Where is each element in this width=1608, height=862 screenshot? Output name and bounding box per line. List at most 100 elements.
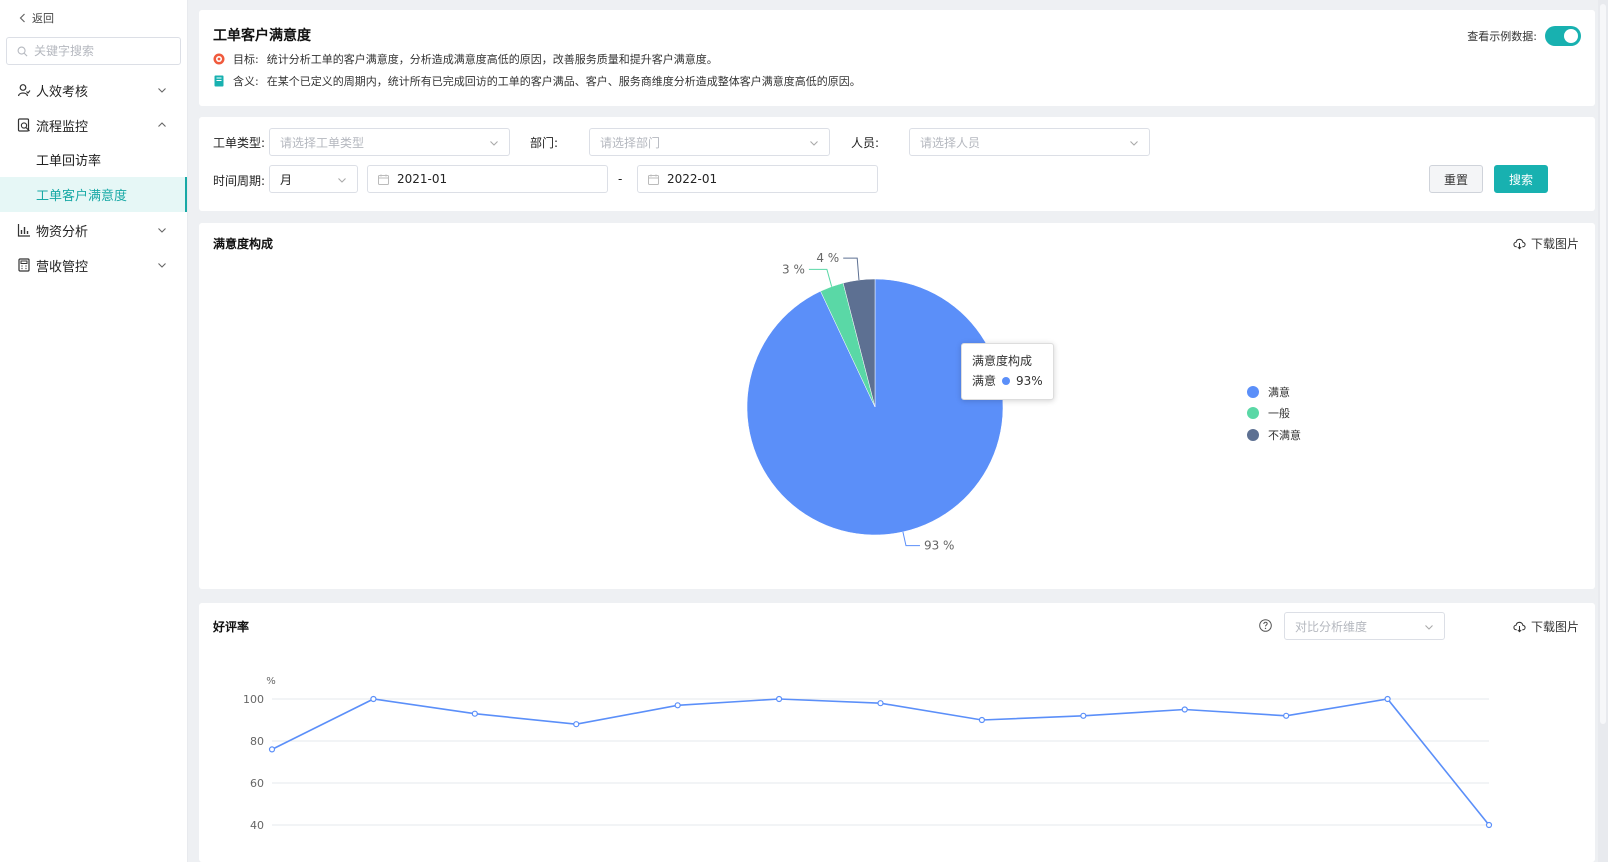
pie-label-line-0 (902, 531, 920, 547)
line-point[interactable] (1384, 695, 1391, 703)
legend-label: 一般 (1268, 407, 1290, 421)
goal-row: 目标: 统计分析工单的客户满意度，分析造成满意度高低的原因，改善服务质量和提升客… (213, 51, 718, 67)
satisfaction-pie-card: 满意度构成 下载图片 93 % 3 % 4 % 满意度构成 满意 93% 满意一般不… (199, 223, 1595, 589)
meaning-row: 含义: 在某个已定义的周期内，统计所有已完成回访的工单的客户满品、客户、服务商维… (213, 73, 861, 89)
chevron-down-icon (490, 141, 498, 146)
line-point[interactable] (775, 695, 783, 703)
sidebar-item-material-analysis[interactable]: 物资分析 (0, 212, 187, 248)
period-select[interactable]: 月 (269, 165, 358, 193)
sidebar-item-label: 人效考核 (36, 84, 89, 100)
line-point[interactable] (978, 716, 986, 724)
sidebar-subitem-label: 工单客户满意度 (36, 189, 128, 204)
line-point[interactable] (471, 710, 478, 717)
pie-title: 满意度构成 (213, 237, 274, 251)
line-point[interactable] (877, 700, 884, 707)
legend-dot (1247, 385, 1259, 398)
sidebar-item-process-monitor[interactable]: 流程监控 (0, 107, 187, 143)
search-icon (17, 46, 28, 56)
line-point[interactable] (268, 746, 276, 753)
chevron-down-icon (158, 263, 166, 268)
sidebar-search[interactable] (6, 37, 181, 65)
tooltip-dot (1002, 376, 1011, 385)
filter-card: 工单类型: 请选择工单类型 部门: 请选择部门 人员: 请选择人员 时间周期: … (199, 117, 1595, 211)
period-label: 时间周期: (213, 174, 266, 188)
sample-data-toggle-wrap: 查看示例数据: (1467, 26, 1581, 46)
type-placeholder: 请选择工单类型 (280, 135, 365, 150)
target-icon (213, 53, 225, 65)
sidebar: 返回 人效考核 流程监控 工单回访率 工单客户满意度 物资分析 营收管控 (0, 0, 188, 862)
line-point[interactable] (1485, 821, 1493, 829)
sidebar-subitem-satisfaction[interactable]: 工单客户满意度 (0, 177, 187, 212)
search-input[interactable] (34, 44, 174, 58)
start-date-value: 2021-01 (397, 172, 448, 186)
y-tick-label: 100 (243, 693, 264, 706)
chevron-down-icon (158, 228, 166, 233)
search-button[interactable]: 搜索 (1494, 165, 1548, 193)
chevron-left-icon (19, 13, 25, 23)
line-point[interactable] (1283, 712, 1290, 719)
sidebar-item-efficiency[interactable]: 人效考核 (0, 72, 187, 108)
dept-placeholder: 请选择部门 (600, 135, 661, 150)
pie-chart: 93 % 3 % 4 % (746, 251, 1004, 553)
legend-item-1[interactable]: 一般 (1247, 403, 1301, 425)
dept-label: 部门: (530, 136, 559, 150)
person-placeholder: 请选择人员 (920, 135, 981, 150)
page-scrollbar[interactable] (1598, 0, 1608, 862)
type-select[interactable]: 请选择工单类型 (269, 128, 510, 156)
sidebar-subitem-revisit-rate[interactable]: 工单回访率 (0, 142, 187, 177)
type-label: 工单类型: (213, 136, 266, 150)
tooltip-value: 93% (1016, 373, 1043, 388)
sample-data-toggle[interactable] (1545, 26, 1581, 46)
sidebar-item-label: 营收管控 (36, 259, 89, 275)
good-rate-line (271, 698, 1490, 826)
page-title: 工单客户满意度 (213, 28, 311, 44)
tooltip-series: 满意 (972, 374, 997, 388)
goal-label: 目标: (233, 53, 259, 66)
y-tick-label: 60 (250, 777, 264, 790)
header-card: 工单客户满意度 目标: 统计分析工单的客户满意度，分析造成满意度高低的原因，改善… (199, 10, 1595, 106)
sidebar-item-revenue-control[interactable]: 营收管控 (0, 247, 187, 283)
legend-label: 满意 (1268, 385, 1290, 399)
book-icon (214, 75, 224, 87)
pie-legend: 满意 一般 不满意 (1247, 381, 1301, 446)
end-date-value: 2022-01 (667, 172, 718, 186)
legend-item-0[interactable]: 满意 (1247, 381, 1301, 403)
download-pie-button[interactable]: 下载图片 (1513, 235, 1579, 252)
calendar-icon (648, 174, 659, 185)
period-value: 月 (280, 172, 293, 187)
meaning-text: 在某个已定义的周期内，统计所有已完成回访的工单的客户满品、客户、服务商维度分析造… (266, 75, 861, 88)
reset-button[interactable]: 重置 (1429, 165, 1483, 193)
bar-chart-icon (16, 222, 32, 238)
pie-data-label-1: 3 % (782, 262, 805, 276)
chevron-down-icon (158, 88, 166, 93)
end-date-picker[interactable]: 2022-01 (637, 165, 878, 193)
line-point[interactable] (1181, 706, 1188, 713)
sidebar-item-label: 流程监控 (36, 119, 89, 135)
legend-label: 不满意 (1268, 428, 1301, 442)
person-label: 人员: (851, 136, 880, 150)
pie-tooltip: 满意度构成 满意 93% (961, 343, 1054, 400)
line-point[interactable] (674, 702, 681, 709)
y-axis-unit: % (266, 676, 276, 687)
chevron-down-icon (1130, 141, 1138, 146)
pie-label-line-2 (843, 257, 860, 281)
y-tick-label: 40 (250, 819, 264, 832)
line-point[interactable] (370, 695, 377, 703)
y-tick-label: 80 (250, 735, 264, 748)
date-separator: - (618, 172, 623, 186)
cloud-download-icon (1513, 238, 1526, 250)
back-button[interactable]: 返回 (18, 10, 54, 26)
sidebar-subitem-label: 工单回访率 (36, 154, 102, 169)
line-chart: % 40 60 80 100 (243, 676, 1493, 832)
goal-text: 统计分析工单的客户满意度，分析造成满意度高低的原因，改善服务质量和提升客户满意度… (266, 53, 718, 66)
tooltip-title: 满意度构成 (972, 354, 1033, 368)
line-point[interactable] (1080, 712, 1087, 719)
line-point[interactable] (573, 721, 580, 728)
dept-select[interactable]: 请选择部门 (589, 128, 830, 156)
start-date-picker[interactable]: 2021-01 (367, 165, 608, 193)
person-select[interactable]: 请选择人员 (909, 128, 1150, 156)
tooltip-row: 满意 93% (972, 372, 1043, 389)
legend-item-2[interactable]: 不满意 (1247, 424, 1301, 446)
chevron-up-icon (158, 122, 166, 127)
scrollbar-thumb[interactable] (1600, 4, 1606, 724)
